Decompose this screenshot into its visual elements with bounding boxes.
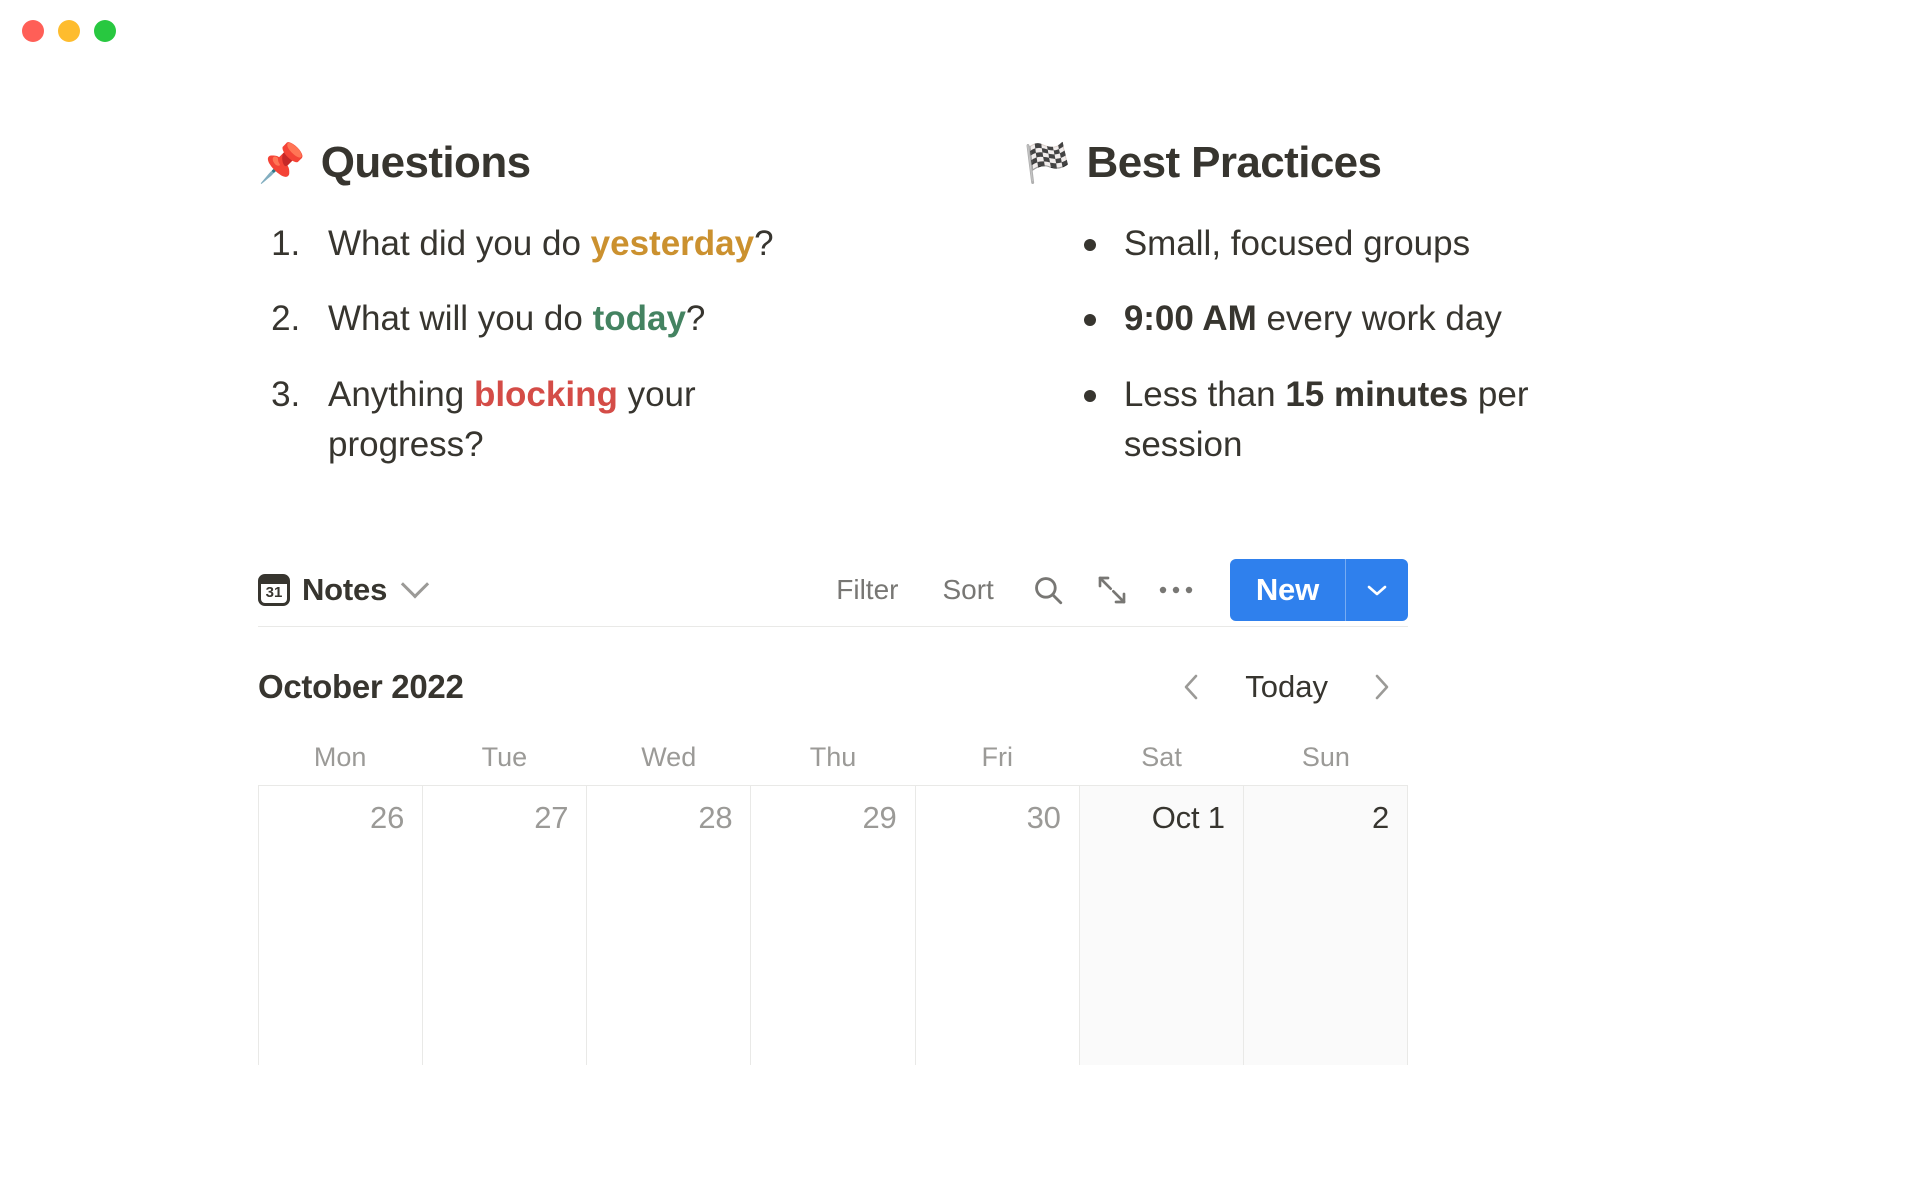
filter-button[interactable]: Filter [814, 574, 920, 606]
calendar-day-cell[interactable]: 26 [259, 786, 424, 1066]
practice-text-pre: Small, focused groups [1123, 223, 1471, 263]
checkered-flag-icon: 🏁 [1023, 141, 1071, 186]
search-icon[interactable] [1016, 562, 1080, 618]
question-text-pre: Anything [328, 374, 474, 414]
calendar-icon: 31 [258, 573, 290, 606]
question-item: What did you do yesterday? [310, 219, 780, 269]
question-highlight: yesterday [590, 223, 755, 263]
database-toolbar: 31 Notes Filter Sort New [258, 553, 1408, 628]
questions-column: 📌 Questions What did you do yesterday?Wh… [258, 138, 1024, 495]
question-item: Anything blocking your progress? [310, 370, 780, 469]
chevron-down-icon[interactable] [400, 570, 430, 599]
question-text-post: ? [754, 223, 774, 263]
two-column-layout: 📌 Questions What did you do yesterday?Wh… [258, 138, 1720, 495]
new-button[interactable]: New [1230, 559, 1345, 621]
chevron-right-icon[interactable] [1354, 660, 1408, 714]
best-practices-heading: 🏁 Best Practices [1024, 138, 1720, 189]
calendar-day-number: 26 [370, 800, 405, 836]
calendar-day-name: Sun [1301, 742, 1350, 773]
calendar-day-cell[interactable]: Oct 1 [1079, 786, 1244, 1066]
pushpin-icon: 📌 [258, 141, 305, 186]
calendar-day-number: 30 [1026, 800, 1061, 836]
calendar-day-name: Tue [481, 742, 528, 773]
calendar-day-names-row: Mon Tue Wed Thu Fri Sat Sun [258, 729, 1408, 785]
expand-icon[interactable] [1080, 562, 1144, 618]
calendar-month-label: October 2022 [258, 668, 464, 706]
sort-button[interactable]: Sort [920, 574, 1015, 606]
calendar-day-number: 29 [862, 800, 897, 836]
questions-heading: 📌 Questions [258, 138, 1024, 189]
calendar-icon-day: 31 [265, 583, 283, 601]
practice-text-bold: 15 minutes [1285, 374, 1469, 414]
calendar-day-number: 27 [534, 800, 569, 836]
window-maximize-button[interactable] [94, 20, 116, 42]
database-title-group[interactable]: 31 Notes [258, 570, 430, 608]
calendar-day-number: 28 [698, 800, 733, 836]
calendar-day-name: Mon [313, 742, 367, 773]
calendar-day-cell[interactable]: 27 [423, 786, 588, 1066]
best-practices-list: Small, focused groups 9:00 AM every work … [1024, 219, 1720, 470]
calendar-header: October 2022 Today [258, 659, 1408, 715]
calendar-day-name: Fri [981, 742, 1014, 773]
chevron-left-icon[interactable] [1165, 660, 1219, 714]
calendar-navigation: Today [1165, 660, 1408, 714]
database-name: Notes [302, 571, 388, 607]
new-button-group[interactable]: New [1229, 558, 1408, 621]
questions-title-text: Questions [320, 138, 531, 187]
best-practice-item: Less than 15 minutes per session [1080, 370, 1580, 469]
calendar-day-cell[interactable]: 29 [751, 786, 916, 1066]
new-button-dropdown[interactable] [1346, 559, 1408, 621]
best-practices-column: 🏁 Best Practices Small, focused groups 9:… [1024, 138, 1720, 495]
more-options-icon[interactable] [1144, 562, 1208, 618]
calendar-day-name: Wed [641, 742, 697, 773]
best-practices-title-text: Best Practices [1086, 138, 1383, 187]
page-content: 📌 Questions What did you do yesterday?Wh… [0, 138, 1920, 1066]
calendar-day-name: Thu [809, 742, 857, 773]
best-practice-item: Small, focused groups [1080, 219, 1580, 269]
practice-text-pre: Less than [1123, 374, 1286, 414]
practice-text-bold: 9:00 AM [1123, 299, 1257, 339]
best-practice-item: 9:00 AM every work day [1080, 294, 1580, 344]
question-highlight: today [592, 299, 686, 339]
calendar-day-number: 2 [1371, 800, 1389, 836]
questions-list: What did you do yesterday?What will you … [258, 219, 1024, 470]
question-text-post: ? [685, 299, 706, 339]
calendar-day-cell[interactable]: 30 [916, 786, 1080, 1066]
calendar-day-number: Oct 1 [1151, 800, 1225, 836]
calendar-day-cell[interactable]: 28 [587, 786, 752, 1066]
calendar-day-name: Sat [1141, 742, 1182, 773]
window-titlebar [0, 0, 1920, 62]
calendar-day-cell[interactable]: 2 [1243, 786, 1408, 1066]
question-item: What will you do today? [310, 294, 780, 344]
window-close-button[interactable] [22, 20, 44, 42]
calendar-grid: 26 27 28 29 30 Oct 1 2 [258, 785, 1408, 1066]
question-highlight: blocking [473, 374, 618, 414]
practice-text-post: every work day [1256, 299, 1502, 339]
window-minimize-button[interactable] [58, 20, 80, 42]
database-toolbar-actions: Filter Sort New [814, 558, 1408, 621]
today-button[interactable]: Today [1229, 669, 1344, 705]
question-text-pre: What will you do [328, 299, 593, 339]
question-text-pre: What did you do [328, 223, 591, 263]
